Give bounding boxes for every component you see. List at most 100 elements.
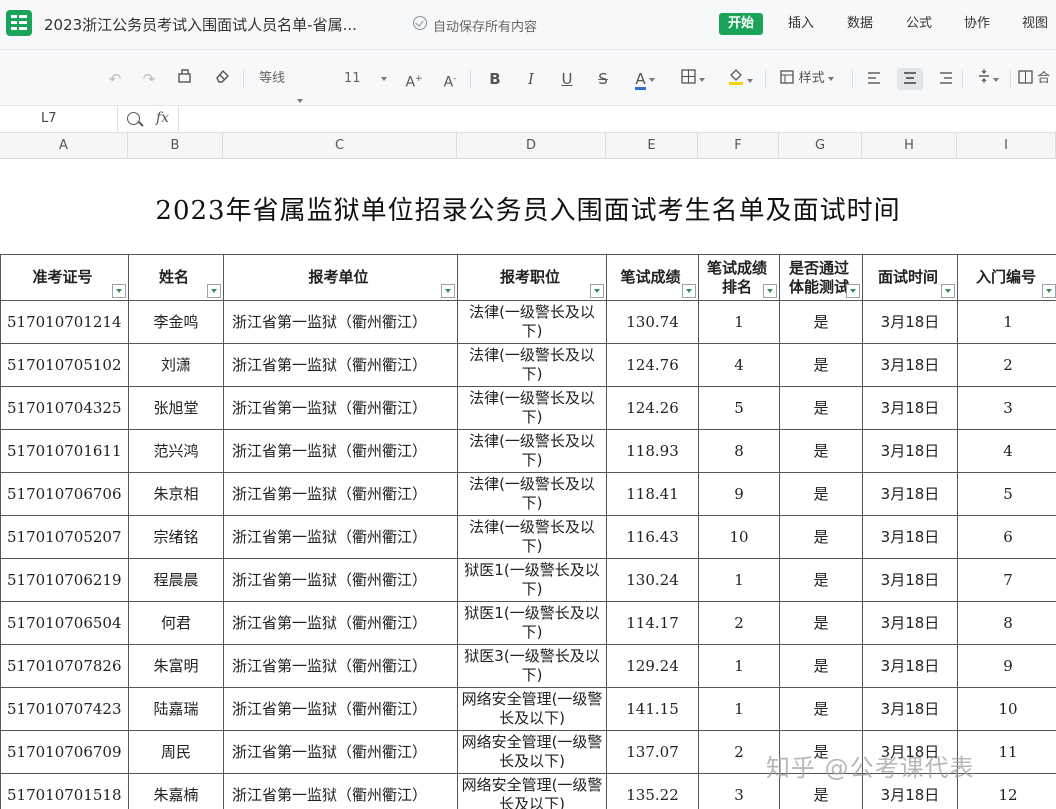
name-cell[interactable]: 宗绪铭 [128, 515, 224, 559]
filter-dropdown-icon[interactable] [441, 284, 455, 298]
exam-id-cell[interactable]: 517010706504 [0, 601, 129, 645]
column-title[interactable]: 准考证号 [0, 254, 129, 301]
unit-cell[interactable]: 浙江省第一监狱（衢州衢江） [223, 558, 458, 602]
format-painter-icon[interactable] [175, 68, 195, 90]
rank-cell[interactable]: 1 [698, 644, 780, 688]
tab-data[interactable]: 数据 [847, 13, 873, 35]
filter-dropdown-icon[interactable] [207, 284, 221, 298]
fitness-cell[interactable]: 是 [779, 687, 863, 731]
unit-cell[interactable]: 浙江省第一监狱（衢州衢江） [223, 773, 458, 809]
column-title[interactable]: 笔试成绩 [606, 254, 699, 301]
clear-format-icon[interactable] [212, 68, 232, 90]
position-cell[interactable]: 法律(一级警长及以下) [457, 472, 607, 516]
align-left-icon[interactable] [862, 68, 886, 90]
filter-dropdown-icon[interactable] [682, 284, 696, 298]
fitness-cell[interactable]: 是 [779, 386, 863, 430]
score-cell[interactable]: 130.24 [606, 558, 699, 602]
exam-id-cell[interactable]: 517010705207 [0, 515, 129, 559]
name-cell[interactable]: 朱富明 [128, 644, 224, 688]
fitness-cell[interactable]: 是 [779, 300, 863, 344]
name-cell[interactable]: 周民 [128, 730, 224, 774]
fitness-cell[interactable]: 是 [779, 429, 863, 473]
exam-id-cell[interactable]: 517010706709 [0, 730, 129, 774]
spreadsheet-app-icon[interactable] [6, 10, 32, 36]
name-cell[interactable]: 朱嘉楠 [128, 773, 224, 809]
fitness-cell[interactable]: 是 [779, 601, 863, 645]
entry-no-cell[interactable]: 10 [957, 687, 1056, 731]
interview-date-cell[interactable]: 3月18日 [862, 386, 958, 430]
filter-dropdown-icon[interactable] [941, 284, 955, 298]
font-color-icon[interactable]: A [628, 68, 662, 90]
entry-no-cell[interactable]: 7 [957, 558, 1056, 602]
fitness-cell[interactable]: 是 [779, 515, 863, 559]
interview-date-cell[interactable]: 3月18日 [862, 343, 958, 387]
vertical-align-icon[interactable] [970, 68, 1006, 90]
interview-date-cell[interactable]: 3月18日 [862, 687, 958, 731]
entry-no-cell[interactable]: 3 [957, 386, 1056, 430]
fitness-cell[interactable]: 是 [779, 644, 863, 688]
borders-icon[interactable] [676, 68, 710, 90]
position-cell[interactable]: 狱医3(一级警长及以下) [457, 644, 607, 688]
entry-no-cell[interactable]: 4 [957, 429, 1056, 473]
filter-dropdown-icon[interactable] [846, 284, 860, 298]
score-cell[interactable]: 118.93 [606, 429, 699, 473]
score-cell[interactable]: 116.43 [606, 515, 699, 559]
filter-dropdown-icon[interactable] [763, 284, 777, 298]
position-cell[interactable]: 狱医1(一级警长及以下) [457, 558, 607, 602]
unit-cell[interactable]: 浙江省第一监狱（衢州衢江） [223, 429, 458, 473]
entry-no-cell[interactable]: 9 [957, 644, 1056, 688]
fill-color-icon[interactable] [722, 68, 758, 90]
fx-icon[interactable]: fx [156, 110, 169, 126]
score-cell[interactable]: 141.15 [606, 687, 699, 731]
position-cell[interactable]: 网络安全管理(一级警长及以下) [457, 687, 607, 731]
exam-id-cell[interactable]: 517010706706 [0, 472, 129, 516]
position-cell[interactable]: 狱医1(一级警长及以下) [457, 601, 607, 645]
interview-date-cell[interactable]: 3月18日 [862, 300, 958, 344]
tab-start[interactable]: 开始 [719, 13, 764, 35]
entry-no-cell[interactable]: 2 [957, 343, 1056, 387]
rank-cell[interactable]: 1 [698, 687, 780, 731]
entry-no-cell[interactable]: 8 [957, 601, 1056, 645]
position-cell[interactable]: 法律(一级警长及以下) [457, 429, 607, 473]
formula-input[interactable] [178, 106, 1056, 132]
align-center-icon[interactable] [897, 68, 923, 90]
filter-dropdown-icon[interactable] [1042, 284, 1056, 298]
position-cell[interactable]: 网络安全管理(一级警长及以下) [457, 730, 607, 774]
tab-formula[interactable]: 公式 [906, 13, 932, 35]
name-cell[interactable]: 陆嘉瑞 [128, 687, 224, 731]
unit-cell[interactable]: 浙江省第一监狱（衢州衢江） [223, 601, 458, 645]
score-cell[interactable]: 130.74 [606, 300, 699, 344]
score-cell[interactable]: 124.76 [606, 343, 699, 387]
interview-date-cell[interactable]: 3月18日 [862, 472, 958, 516]
column-title[interactable]: 报考职位 [457, 254, 607, 301]
rank-cell[interactable]: 1 [698, 558, 780, 602]
position-cell[interactable]: 法律(一级警长及以下) [457, 343, 607, 387]
column-title[interactable]: 姓名 [128, 254, 224, 301]
interview-date-cell[interactable]: 3月18日 [862, 601, 958, 645]
position-cell[interactable]: 法律(一级警长及以下) [457, 515, 607, 559]
column-title[interactable]: 报考单位 [223, 254, 458, 301]
tab-view[interactable]: 视图 [1022, 13, 1048, 35]
column-header-h[interactable]: H [862, 133, 957, 159]
underline-icon[interactable]: U [558, 68, 576, 90]
exam-id-cell[interactable]: 517010701611 [0, 429, 129, 473]
column-title[interactable]: 入门编号 [957, 254, 1056, 301]
tab-insert[interactable]: 插入 [788, 13, 814, 35]
name-cell[interactable]: 程晨晨 [128, 558, 224, 602]
score-cell[interactable]: 118.41 [606, 472, 699, 516]
unit-cell[interactable]: 浙江省第一监狱（衢州衢江） [223, 644, 458, 688]
strikethrough-icon[interactable]: S [594, 68, 612, 90]
exam-id-cell[interactable]: 517010705102 [0, 343, 129, 387]
column-header-a[interactable]: A [0, 133, 128, 159]
column-title[interactable]: 是否通过 体能测试 [779, 254, 863, 301]
rank-cell[interactable]: 4 [698, 343, 780, 387]
score-cell[interactable]: 137.07 [606, 730, 699, 774]
undo-icon[interactable]: ↶ [106, 68, 124, 90]
cell-style-button[interactable]: 样式 [774, 68, 840, 90]
spreadsheet-grid[interactable]: 2023年省属监狱单位招录公务员入围面试考生名单及面试时间 准考证号 姓名 报考单位… [0, 160, 1056, 809]
score-cell[interactable]: 135.22 [606, 773, 699, 809]
unit-cell[interactable]: 浙江省第一监狱（衢州衢江） [223, 515, 458, 559]
score-cell[interactable]: 129.24 [606, 644, 699, 688]
italic-icon[interactable]: I [522, 68, 540, 90]
column-header-b[interactable]: B [128, 133, 223, 159]
